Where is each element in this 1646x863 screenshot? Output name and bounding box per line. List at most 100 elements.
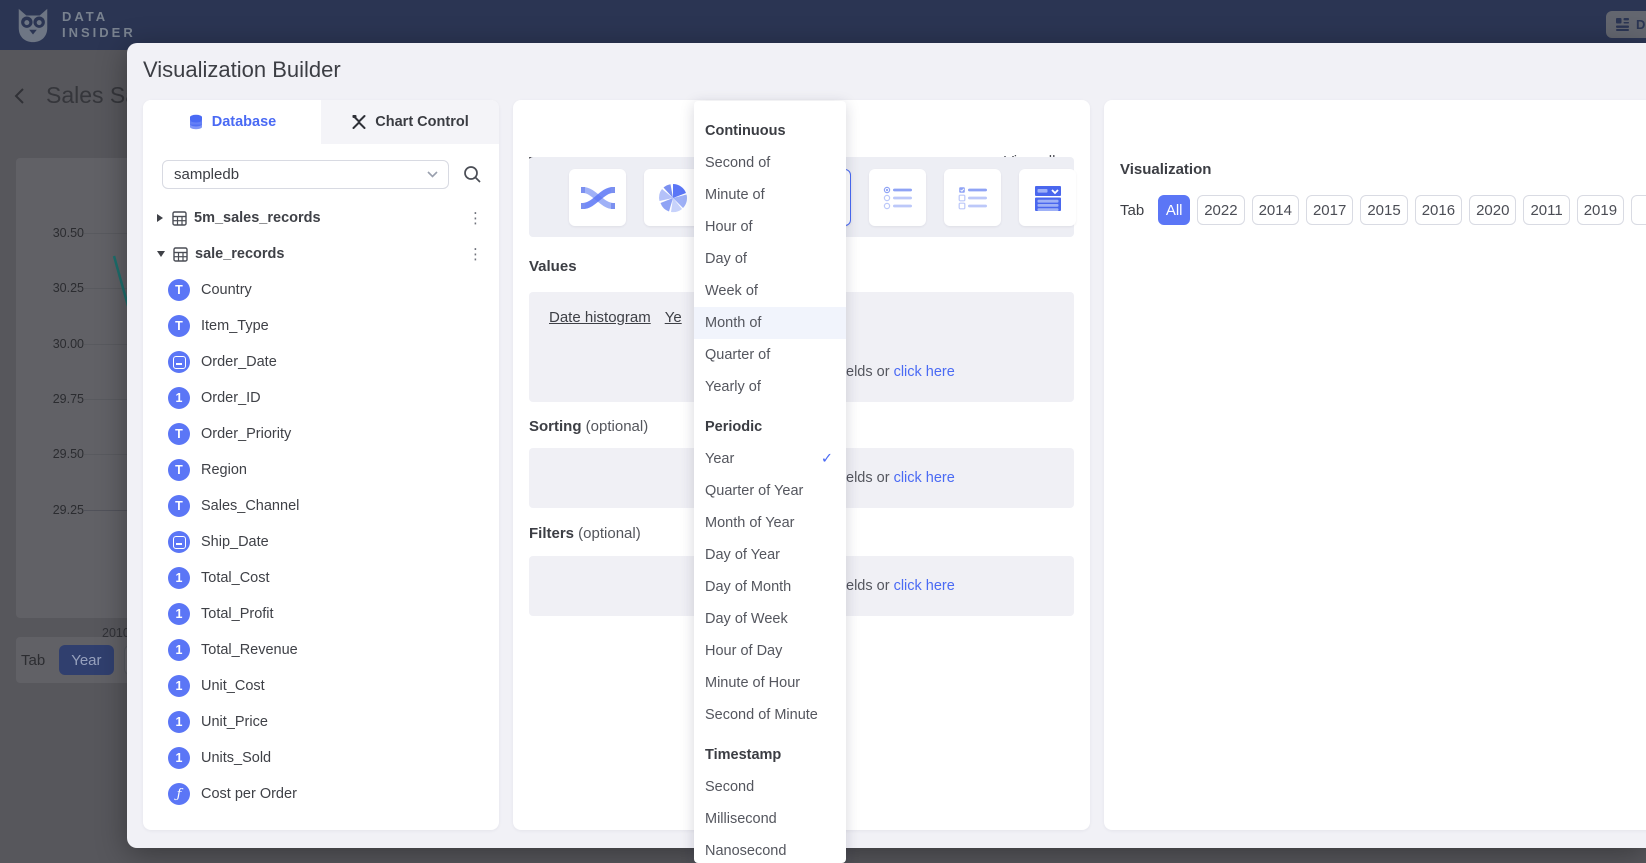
field-label: Order_Priority [201,426,291,442]
field-item[interactable]: Unit_Cost [143,668,499,704]
y-tick: 29.50 [24,447,84,461]
checkbox-list-icon [957,183,989,213]
tab-row-label: Tab [1120,202,1144,219]
click-here-link[interactable]: click here [894,364,955,380]
menu-section-header: Periodic [694,411,846,443]
year-tab-2016[interactable]: 2016 [1415,195,1462,225]
table-item-5m-sales-records[interactable]: 5m_sales_records ⋮ [143,200,499,236]
field-item[interactable]: Total_Profit [143,596,499,632]
menu-item[interactable]: Day of [694,243,846,275]
datasource-select[interactable]: sampledb [162,160,449,189]
table-menu-icon[interactable]: ⋮ [468,209,483,227]
field-item[interactable]: Order_ID [143,380,499,416]
field-label: Ship_Date [201,534,269,550]
field-item[interactable]: Order_Date [143,344,499,380]
field-item[interactable]: Item_Type [143,308,499,344]
field-item[interactable]: Cost per Order [143,776,499,812]
pie-icon [657,182,689,214]
y-tick: 30.25 [24,281,84,295]
field-item[interactable]: Order_Priority [143,416,499,452]
table-name: 5m_sales_records [194,210,321,226]
checkbox-list-tile[interactable] [944,169,1001,226]
menu-item[interactable]: Week of [694,275,846,307]
year-tab-2014[interactable]: 2014 [1252,195,1299,225]
click-here-link[interactable]: click here [894,470,955,486]
menu-item[interactable]: Month of Year [694,507,846,539]
table-menu-icon[interactable]: ⋮ [468,245,483,263]
table-item-sale-records[interactable]: sale_records ⋮ [143,236,499,272]
menu-item[interactable]: Day of Week [694,603,846,635]
menu-item[interactable]: Hour of [694,211,846,243]
tools-icon [351,114,367,130]
field-label: Total_Cost [201,570,270,586]
menu-item[interactable]: Nanosecond [694,835,846,863]
caret-right-icon[interactable] [157,214,163,222]
menu-item[interactable]: Day of Month [694,571,846,603]
field-item[interactable]: Total_Revenue [143,632,499,668]
year-tab-2020[interactable]: 2020 [1469,195,1516,225]
year-tab-2011[interactable]: 2011 [1523,195,1569,225]
menu-item[interactable]: Year✓ [694,443,846,475]
bg-chip-year: Year [59,645,113,675]
year-tab-All[interactable]: All [1158,195,1190,225]
number-icon [168,675,190,697]
menu-item[interactable]: Month of [694,307,846,339]
granularity-menu: ContinuousSecond ofMinute ofHour ofDay o… [694,101,846,863]
field-item[interactable]: Units_Sold [143,740,499,776]
menu-item[interactable]: Second [694,771,846,803]
menu-item[interactable]: Quarter of Year [694,475,846,507]
table-icon [172,211,187,226]
y-tick: 30.00 [24,337,84,351]
field-item[interactable]: Country [143,272,499,308]
database-panel: Database Chart Control sampledb [143,100,499,830]
caret-down-icon[interactable] [157,251,165,257]
datasource-value: sampledb [174,166,239,183]
field-label: Total_Revenue [201,642,298,658]
field-item[interactable]: Ship_Date [143,524,499,560]
year-tab-2019[interactable]: 2019 [1577,195,1624,225]
sankey-chart-tile[interactable] [569,169,626,226]
menu-item[interactable]: Second of Minute [694,699,846,731]
year-tab-2[interactable]: 2 [1631,195,1646,225]
field-label: Order_ID [201,390,261,406]
field-item[interactable]: Sales_Channel [143,488,499,524]
menu-item[interactable]: Minute of [694,179,846,211]
text-icon [168,315,190,337]
year-tab-2022[interactable]: 2022 [1197,195,1244,225]
function-icon [168,783,190,805]
menu-item[interactable]: Millisecond [694,803,846,835]
back-icon [12,87,28,105]
y-tick: 29.75 [24,392,84,406]
field-item[interactable]: Unit_Price [143,704,499,740]
year-tab-2017[interactable]: 2017 [1306,195,1353,225]
menu-item[interactable]: Second of [694,147,846,179]
year-tag[interactable]: Ye [665,309,682,326]
menu-item[interactable]: Day of Year [694,539,846,571]
app-logo: DATA INSIDER [14,5,136,45]
tab-chart-control[interactable]: Chart Control [321,100,499,144]
search-icon[interactable] [463,165,482,184]
logo-line1: DATA [62,9,136,25]
menu-item[interactable]: Minute of Hour [694,667,846,699]
year-tab-2015[interactable]: 2015 [1360,195,1407,225]
tab-database[interactable]: Database [143,100,321,144]
field-item[interactable]: Region [143,452,499,488]
click-here-link[interactable]: click here [894,578,955,594]
dropdown-filter-tile[interactable] [1019,169,1076,226]
field-item[interactable]: Total_Cost [143,560,499,596]
radio-list-icon [882,183,914,213]
menu-item[interactable]: Quarter of [694,339,846,371]
field-label: Cost per Order [201,786,297,802]
dashboard-button: D [1606,11,1646,38]
field-label: Item_Type [201,318,269,334]
radio-list-tile[interactable] [869,169,926,226]
menu-item[interactable]: Hour of Day [694,635,846,667]
text-icon [168,459,190,481]
menu-item[interactable]: Yearly of [694,371,846,403]
field-tree: 5m_sales_records ⋮ sale_records ⋮ Countr… [143,200,499,812]
filters-label: Filters (optional) [529,525,641,542]
date-histogram-tag[interactable]: Date histogram [549,309,651,326]
field-label: Country [201,282,252,298]
text-icon [168,495,190,517]
pie-chart-tile[interactable] [644,169,701,226]
